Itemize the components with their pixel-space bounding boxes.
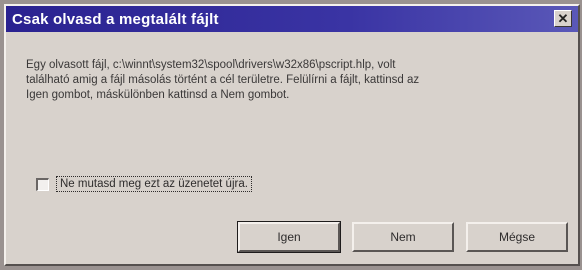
dont-show-again-row[interactable]: Ne mutasd meg ezt az üzenetet újra. [36,176,252,192]
cancel-button-label: Mégse [498,230,536,244]
overwrite-readonly-dialog: Csak olvasd a megtalált fájlt ✕ Egy olva… [4,4,580,266]
dont-show-again-label[interactable]: Ne mutasd meg ezt az üzenetet újra. [56,176,252,192]
no-button[interactable]: Nem [352,222,454,252]
title-bar[interactable]: Csak olvasd a megtalált fájlt ✕ [6,6,578,32]
cancel-button[interactable]: Mégse [466,222,568,252]
dont-show-again-checkbox[interactable] [36,177,49,191]
dialog-title: Csak olvasd a megtalált fájlt [12,10,219,28]
close-button[interactable]: ✕ [554,10,572,27]
message-line: Igen gombot, máskülönben kattinsd a Nem … [26,89,290,101]
yes-button[interactable]: Igen [237,221,341,253]
no-button-label: Nem [390,230,416,244]
message-line: Egy olvasott fájl, c:\winnt\system32\spo… [26,59,396,71]
yes-button-label: Igen [277,230,301,244]
close-icon: ✕ [557,11,569,26]
message-line: található amig a fájl másolás történt a … [26,74,420,86]
dialog-message: Egy olvasott fájl, c:\winnt\system32\spo… [26,58,556,103]
